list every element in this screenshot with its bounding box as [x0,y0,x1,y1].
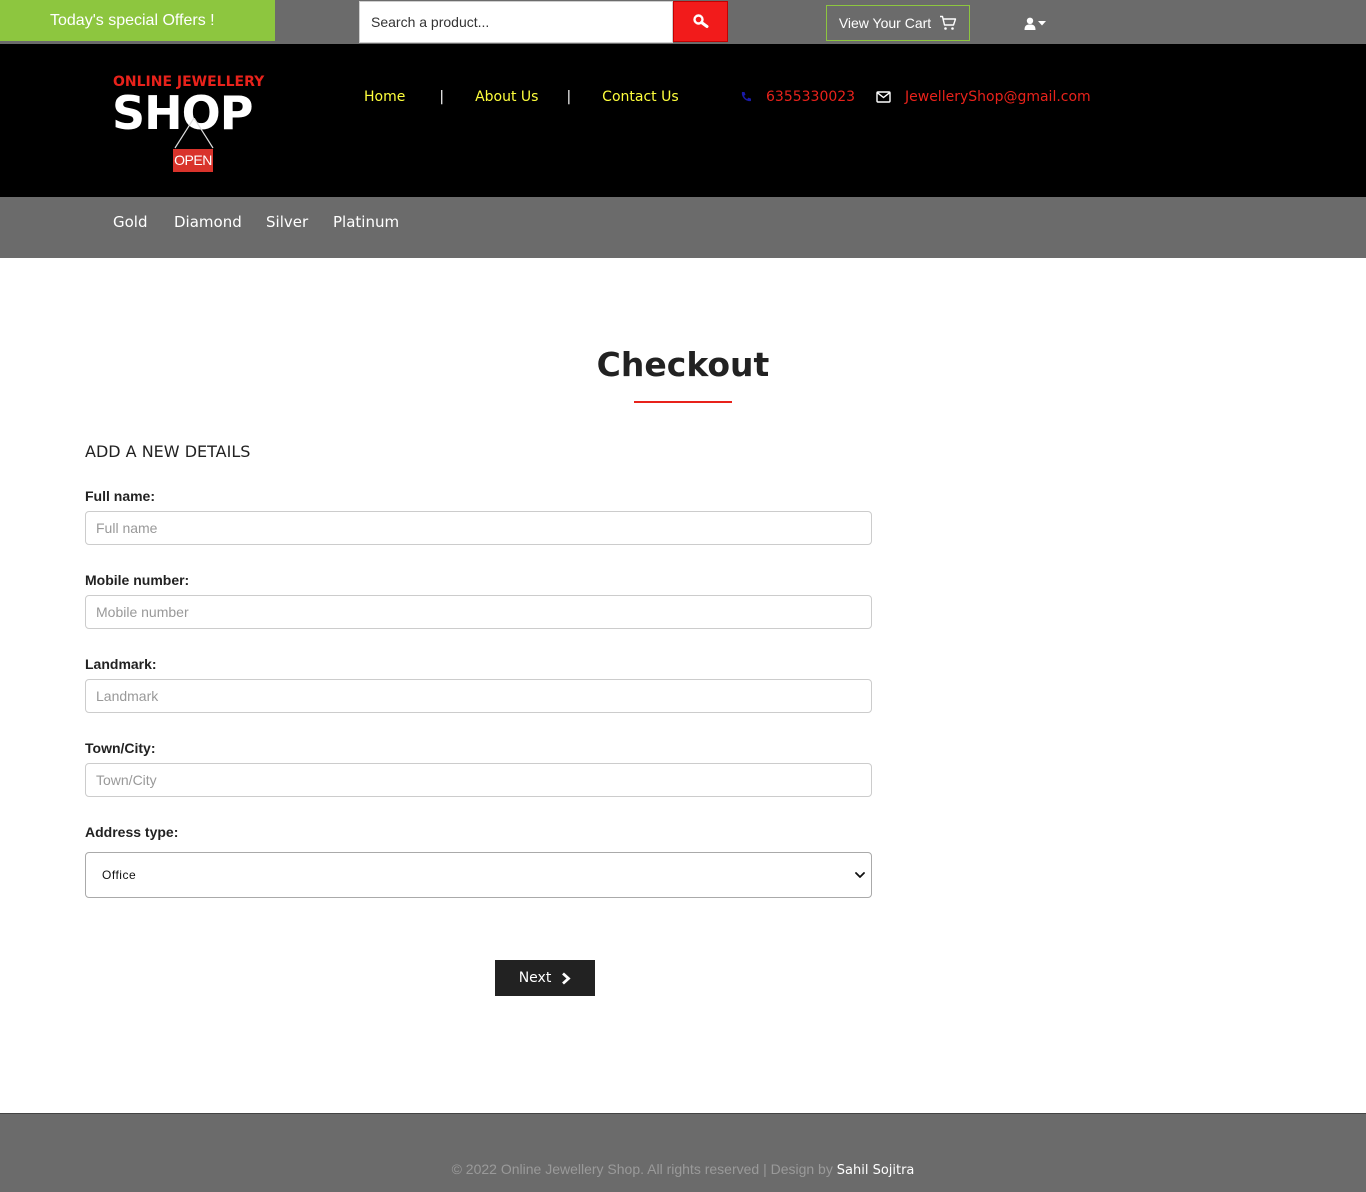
search-box [359,1,673,43]
landmark-input[interactable] [85,679,872,713]
category-gold[interactable]: Gold [113,213,148,231]
category-diamond[interactable]: Diamond [174,213,242,231]
chevron-right-icon [562,971,571,985]
section-heading: ADD A NEW DETAILS [85,442,251,461]
search-icon [692,13,708,28]
address-type-label: Address type: [85,824,179,840]
title-underline [634,401,732,403]
caret-down-icon [1038,20,1046,25]
sign-strings-graphic [174,118,214,149]
user-menu-dropdown[interactable] [1024,14,1050,32]
site-footer: © 2022 Online Jewellery Shop. All rights… [0,1113,1366,1192]
nav-separator: | [566,89,572,105]
full-name-label: Full name: [85,488,156,504]
view-cart-label: View Your Cart [838,15,932,31]
page-title: Checkout [596,345,770,384]
copyright-text: © 2022 Online Jewellery Shop. All rights… [451,1161,833,1177]
next-button-label: Next [518,970,552,986]
email-contact[interactable]: JewelleryShop@gmail.com [876,89,1091,105]
category-silver[interactable]: Silver [266,213,308,231]
category-bar: Gold Diamond Silver Platinum [0,197,1366,258]
address-type-value: Office [102,868,137,882]
envelope-icon [876,91,891,103]
mobile-number-label: Mobile number: [85,572,190,588]
top-bar: Today's special Offers ! View Your Cart [0,0,1366,44]
nav-contact-us-link[interactable]: Contact Us [602,89,678,105]
view-cart-button[interactable]: View Your Cart [826,5,970,41]
mobile-number-input[interactable] [85,595,872,629]
category-platinum[interactable]: Platinum [333,213,399,231]
email-address: JewelleryShop@gmail.com [905,89,1091,105]
nav-about-us-link[interactable]: About Us [475,89,538,105]
town-city-label: Town/City: [85,740,156,756]
next-button[interactable]: Next [495,960,595,996]
user-icon [1024,17,1036,30]
open-sign: OPEN [173,149,213,172]
phone-contact[interactable]: 6355330023 [740,89,855,105]
search-button[interactable] [673,1,728,42]
nav-separator: | [439,89,445,105]
phone-number: 6355330023 [766,89,856,105]
shop-logo[interactable]: ONLINE JEWELLERY SHOP OPEN [112,74,273,179]
address-type-select[interactable]: Office [85,852,872,898]
town-city-input[interactable] [85,763,872,797]
full-name-input[interactable] [85,511,872,545]
chevron-down-icon [855,871,865,878]
phone-icon [741,92,751,102]
shopping-cart-icon [940,15,957,30]
special-offers-link[interactable]: Today's special Offers ! [0,0,275,41]
main-navigation: Home | About Us | Contact Us [364,89,679,105]
designer-link[interactable]: Sahil Sojitra [837,1163,915,1178]
nav-home-link[interactable]: Home [364,89,405,105]
site-header: ONLINE JEWELLERY SHOP OPEN Home | About … [0,44,1366,197]
footer-copyright: © 2022 Online Jewellery Shop. All rights… [0,1161,1366,1178]
landmark-label: Landmark: [85,656,157,672]
search-input[interactable] [360,2,672,42]
